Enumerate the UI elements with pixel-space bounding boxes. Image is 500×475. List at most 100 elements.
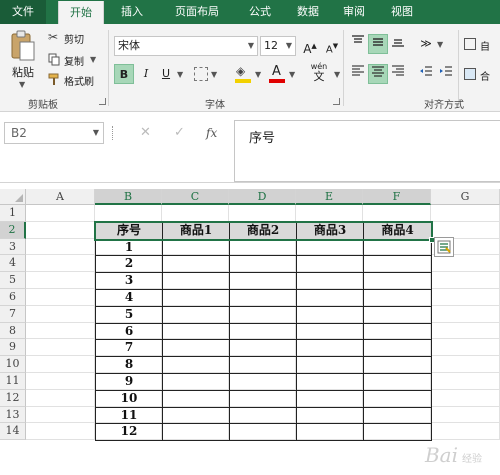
column-header-b[interactable]: B bbox=[95, 189, 162, 205]
table-cell[interactable] bbox=[363, 389, 432, 408]
cell[interactable] bbox=[26, 272, 95, 289]
cell[interactable] bbox=[26, 339, 95, 357]
table-cell[interactable] bbox=[162, 272, 230, 290]
table-cell[interactable] bbox=[229, 272, 297, 290]
quick-analysis-button[interactable] bbox=[434, 236, 454, 257]
table-cell[interactable] bbox=[229, 423, 297, 442]
underline-button[interactable]: U bbox=[156, 64, 176, 84]
formula-input[interactable]: 序号 bbox=[234, 120, 500, 182]
table-cell[interactable]: 3 bbox=[95, 272, 163, 290]
decrease-indent-button[interactable] bbox=[416, 64, 436, 84]
cell[interactable] bbox=[431, 423, 500, 441]
row-header-13[interactable]: 13 bbox=[0, 406, 26, 424]
grow-font-button[interactable]: A▲ bbox=[300, 36, 320, 56]
table-cell[interactable]: 4 bbox=[95, 289, 163, 307]
cell[interactable] bbox=[431, 389, 500, 407]
cell[interactable] bbox=[26, 238, 95, 256]
table-cell[interactable] bbox=[162, 305, 230, 324]
font-launcher-icon[interactable] bbox=[333, 98, 340, 105]
cell[interactable] bbox=[431, 322, 500, 340]
column-header-g[interactable]: G bbox=[431, 189, 500, 205]
table-cell[interactable] bbox=[296, 255, 364, 274]
column-header-f[interactable]: F bbox=[363, 189, 431, 205]
align-middle-button[interactable] bbox=[368, 34, 388, 54]
table-cell[interactable] bbox=[363, 255, 432, 274]
table-cell[interactable] bbox=[363, 305, 432, 324]
bold-button[interactable]: B bbox=[114, 64, 134, 84]
increase-indent-button[interactable] bbox=[436, 64, 456, 84]
table-cell[interactable] bbox=[229, 305, 297, 324]
table-cell[interactable]: 6 bbox=[95, 322, 163, 341]
cell[interactable] bbox=[431, 289, 500, 306]
name-box[interactable]: B2 ▼ bbox=[4, 122, 104, 144]
table-cell[interactable]: 9 bbox=[95, 373, 163, 391]
fill-color-button[interactable]: ◈ bbox=[234, 64, 252, 84]
cell[interactable] bbox=[26, 356, 95, 373]
tab-home[interactable]: 开始 bbox=[58, 1, 104, 24]
table-cell[interactable] bbox=[229, 373, 297, 391]
font-name-combo[interactable]: 宋体 ▼ bbox=[114, 36, 258, 56]
table-cell[interactable] bbox=[162, 356, 230, 374]
table-cell[interactable] bbox=[363, 373, 432, 391]
align-left-button[interactable] bbox=[348, 64, 368, 84]
font-size-combo[interactable]: 12 ▼ bbox=[260, 36, 296, 56]
cell[interactable] bbox=[26, 322, 95, 340]
row-header-3[interactable]: 3 bbox=[0, 238, 26, 256]
table-header-cell[interactable]: 商品3 bbox=[296, 221, 364, 240]
italic-button[interactable]: I bbox=[136, 64, 156, 84]
cell[interactable] bbox=[229, 205, 296, 222]
table-cell[interactable] bbox=[296, 389, 364, 408]
paste-dropdown-icon[interactable]: ▼ bbox=[19, 80, 25, 89]
table-cell[interactable]: 8 bbox=[95, 356, 163, 374]
borders-dropdown-icon[interactable]: ▼ bbox=[211, 70, 217, 79]
table-cell[interactable] bbox=[229, 406, 297, 425]
table-cell[interactable] bbox=[296, 373, 364, 391]
worksheet-grid[interactable]: A B C D E F G 1 2 3 4 5 6 7 8 9 10 11 12 13 14 序号 商品1 商品2 商品3 商品4… bbox=[0, 182, 500, 475]
cell[interactable] bbox=[26, 423, 95, 441]
row-header-14[interactable]: 14 bbox=[0, 423, 26, 441]
table-cell[interactable] bbox=[229, 389, 297, 408]
row-header-5[interactable]: 5 bbox=[0, 272, 26, 289]
align-right-button[interactable] bbox=[388, 64, 408, 84]
table-cell[interactable] bbox=[296, 339, 364, 358]
clipboard-launcher-icon[interactable] bbox=[99, 98, 106, 105]
cell[interactable] bbox=[26, 289, 95, 306]
cell[interactable] bbox=[431, 339, 500, 357]
tab-review[interactable]: 审阅 bbox=[334, 0, 374, 24]
row-header-10[interactable]: 10 bbox=[0, 356, 26, 373]
table-cell[interactable] bbox=[363, 356, 432, 374]
tab-file[interactable]: 文件 bbox=[0, 0, 46, 24]
tab-view[interactable]: 视图 bbox=[382, 0, 422, 24]
table-header-cell[interactable]: 商品1 bbox=[162, 221, 230, 240]
column-header-d[interactable]: D bbox=[229, 189, 296, 205]
font-color-dropdown-icon[interactable]: ▼ bbox=[289, 70, 295, 79]
cell[interactable] bbox=[296, 205, 363, 222]
formula-bar-grip[interactable] bbox=[112, 126, 114, 140]
table-header-cell[interactable]: 序号 bbox=[95, 221, 163, 240]
phonetic-dropdown-icon[interactable]: ▼ bbox=[334, 70, 340, 79]
wrap-text-button[interactable]: 自 bbox=[464, 36, 500, 54]
table-cell[interactable] bbox=[162, 389, 230, 408]
chevron-down-icon[interactable]: ▼ bbox=[93, 123, 99, 143]
cell[interactable] bbox=[363, 205, 431, 222]
table-cell[interactable] bbox=[363, 322, 432, 341]
table-cell[interactable]: 2 bbox=[95, 255, 163, 274]
table-cell[interactable] bbox=[229, 255, 297, 274]
merge-center-button[interactable]: 合 bbox=[464, 66, 500, 84]
cell[interactable] bbox=[431, 272, 500, 289]
row-header-8[interactable]: 8 bbox=[0, 322, 26, 340]
cell[interactable] bbox=[431, 205, 500, 222]
table-cell[interactable] bbox=[162, 406, 230, 425]
table-cell[interactable] bbox=[363, 238, 432, 257]
table-cell[interactable] bbox=[229, 289, 297, 307]
insert-function-button[interactable]: fx bbox=[206, 122, 217, 144]
table-cell[interactable] bbox=[363, 423, 432, 442]
cell[interactable] bbox=[26, 406, 95, 424]
table-cell[interactable] bbox=[296, 322, 364, 341]
select-all-button[interactable] bbox=[0, 189, 26, 205]
cell[interactable] bbox=[26, 255, 95, 273]
table-cell[interactable] bbox=[162, 289, 230, 307]
row-header-1[interactable]: 1 bbox=[0, 205, 26, 222]
enter-icon[interactable]: ✓ bbox=[174, 122, 185, 144]
table-cell[interactable] bbox=[363, 406, 432, 425]
